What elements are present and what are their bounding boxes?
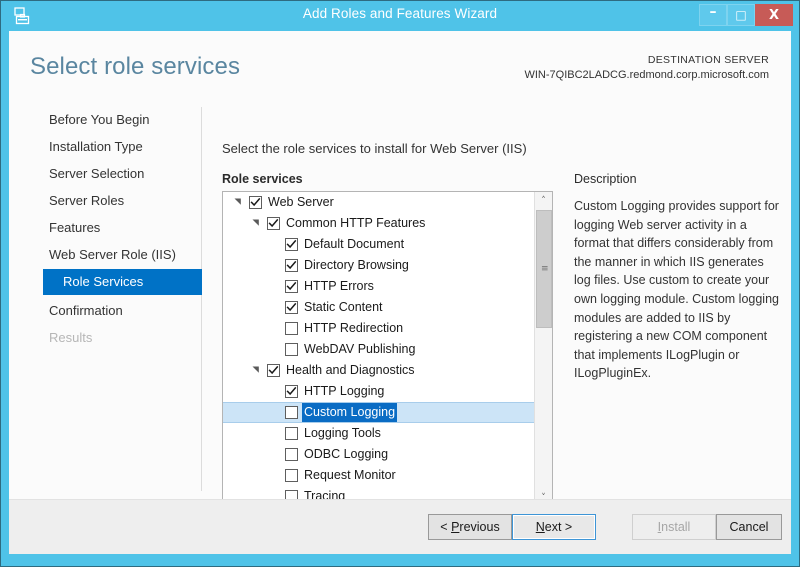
checkbox-unchecked[interactable]: [285, 469, 298, 482]
install-button: Install: [632, 514, 716, 540]
sidebar-item-label: Confirmation: [49, 303, 123, 318]
dialog-footer: < Previous Next > Install Cancel: [9, 499, 791, 554]
sidebar-item-results: Results: [43, 325, 92, 351]
tree-row[interactable]: HTTP Logging: [223, 381, 534, 402]
destination-server-name: WIN-7QIBC2LADCG.redmond.corp.microsoft.c…: [524, 69, 769, 81]
sidebar-item-features[interactable]: Features: [43, 215, 100, 241]
scroll-up-icon[interactable]: ˄: [535, 192, 552, 209]
tree-item-label: Web Server: [268, 195, 334, 209]
tree-row[interactable]: HTTP Redirection: [223, 318, 534, 339]
sidebar-item-label: Results: [49, 330, 93, 345]
tree-item-label: Custom Logging: [302, 403, 398, 422]
checkbox-checked[interactable]: [285, 238, 298, 251]
tree-row[interactable]: Logging Tools: [223, 423, 534, 444]
checkbox-unchecked[interactable]: [285, 406, 298, 419]
tree-item-label: Default Document: [304, 237, 405, 251]
checkbox-checked[interactable]: [285, 280, 298, 293]
tree-item-label: WebDAV Publishing: [304, 342, 416, 356]
sidebar-item-label: Installation Type: [49, 139, 143, 154]
tree-item-label: Static Content: [304, 300, 383, 314]
checkbox-checked[interactable]: [285, 259, 298, 272]
sidebar-item-role-services[interactable]: Role Services: [43, 269, 202, 295]
wizard-window: Add Roles and Features Wizard – □ X Sele…: [0, 0, 800, 567]
title-bar: Add Roles and Features Wizard – □ X: [1, 1, 799, 31]
checkbox-unchecked[interactable]: [285, 343, 298, 356]
checkbox-checked[interactable]: [267, 217, 280, 230]
sidebar-item-installation-type[interactable]: Installation Type: [43, 134, 143, 160]
sidebar-item-confirmation[interactable]: Confirmation: [43, 298, 123, 324]
tree-item-label: ODBC Logging: [304, 447, 389, 461]
dialog-client-area: Select role services DESTINATION SERVER …: [9, 31, 791, 554]
expander-collapse-icon[interactable]: [249, 360, 263, 374]
description-label: Description: [574, 172, 637, 186]
window-title: Add Roles and Features Wizard: [302, 6, 498, 21]
tree-row[interactable]: HTTP Errors: [223, 276, 534, 297]
button-label: Next >: [535, 520, 573, 534]
sidebar-item-label: Before You Begin: [49, 112, 150, 127]
sidebar-item-label: Server Selection: [49, 166, 145, 181]
close-button[interactable]: X: [755, 4, 793, 26]
close-icon: X: [768, 7, 780, 23]
tree-item-label: Logging Tools: [304, 426, 381, 440]
sidebar-item-label: Web Server Role (IIS): [49, 247, 176, 262]
expander-collapse-icon[interactable]: [231, 192, 245, 206]
sidebar-item-web-server-role-iis[interactable]: Web Server Role (IIS): [43, 242, 176, 268]
role-services-label: Role services: [222, 172, 303, 186]
button-label: Install: [657, 520, 691, 534]
tree-item-label: Directory Browsing: [304, 258, 409, 272]
scrollbar-grip-icon: ≡: [541, 264, 549, 274]
sidebar-item-label: Role Services: [63, 274, 144, 289]
tree-row[interactable]: Default Document: [223, 234, 534, 255]
next-button[interactable]: Next >: [512, 514, 596, 540]
checkbox-checked[interactable]: [285, 385, 298, 398]
tree-vertical-scrollbar[interactable]: ˄ ≡ ˅: [534, 192, 552, 506]
checkbox-checked[interactable]: [267, 364, 280, 377]
description-text: Custom Logging provides support for logg…: [574, 199, 779, 381]
wizard-step-nav: Before You Begin Installation Type Server …: [9, 107, 202, 507]
tree-row[interactable]: Common HTTP Features: [223, 213, 534, 234]
checkbox-unchecked[interactable]: [285, 322, 298, 335]
tree-item-label: HTTP Logging: [304, 384, 385, 398]
tree-row[interactable]: WebDAV Publishing: [223, 339, 534, 360]
tree-viewport: Web Server Common HTTP Features Default Do…: [223, 192, 534, 506]
tree-row[interactable]: Directory Browsing: [223, 255, 534, 276]
instruction-text: Select the role services to install for …: [222, 141, 527, 156]
button-label: Cancel: [729, 520, 769, 534]
tree-item-label: Health and Diagnostics: [286, 363, 415, 377]
tree-row[interactable]: Web Server: [223, 192, 534, 213]
tree-row[interactable]: Static Content: [223, 297, 534, 318]
button-label: < Previous: [440, 520, 500, 534]
sidebar-item-label: Features: [49, 220, 101, 235]
checkbox-checked[interactable]: [249, 196, 262, 209]
tree-item-label: HTTP Redirection: [304, 321, 404, 335]
cancel-button[interactable]: Cancel: [716, 514, 782, 540]
role-services-tree[interactable]: Web Server Common HTTP Features Default Do…: [222, 191, 553, 526]
tree-row[interactable]: ODBC Logging: [223, 444, 534, 465]
sidebar-item-server-roles[interactable]: Server Roles: [43, 188, 124, 214]
sidebar-item-label: Server Roles: [49, 193, 125, 208]
tree-row[interactable]: Health and Diagnostics: [223, 360, 534, 381]
tree-item-label: HTTP Errors: [304, 279, 374, 293]
minimize-button[interactable]: –: [699, 4, 727, 26]
checkbox-checked[interactable]: [285, 301, 298, 314]
maximize-icon: □: [735, 8, 747, 22]
tree-item-label: Request Monitor: [304, 468, 396, 482]
sidebar-item-before-you-begin[interactable]: Before You Begin: [43, 107, 149, 133]
tree-item-label: Common HTTP Features: [286, 216, 426, 230]
vertical-scrollbar-thumb[interactable]: ≡: [536, 210, 552, 328]
expander-collapse-icon[interactable]: [249, 213, 263, 227]
checkbox-unchecked[interactable]: [285, 448, 298, 461]
destination-server-block: DESTINATION SERVER WIN-7QIBC2LADCG.redmo…: [524, 53, 769, 83]
previous-button[interactable]: < Previous: [428, 514, 512, 540]
tree-row[interactable]: Request Monitor: [223, 465, 534, 486]
maximize-button[interactable]: □: [727, 4, 755, 26]
page-title: Select role services: [30, 53, 241, 80]
minimize-icon: –: [709, 4, 717, 20]
destination-server-label: DESTINATION SERVER: [647, 54, 769, 66]
sidebar-item-server-selection[interactable]: Server Selection: [43, 161, 144, 187]
checkbox-unchecked[interactable]: [285, 427, 298, 440]
tree-row[interactable]: Custom Logging: [223, 402, 534, 423]
